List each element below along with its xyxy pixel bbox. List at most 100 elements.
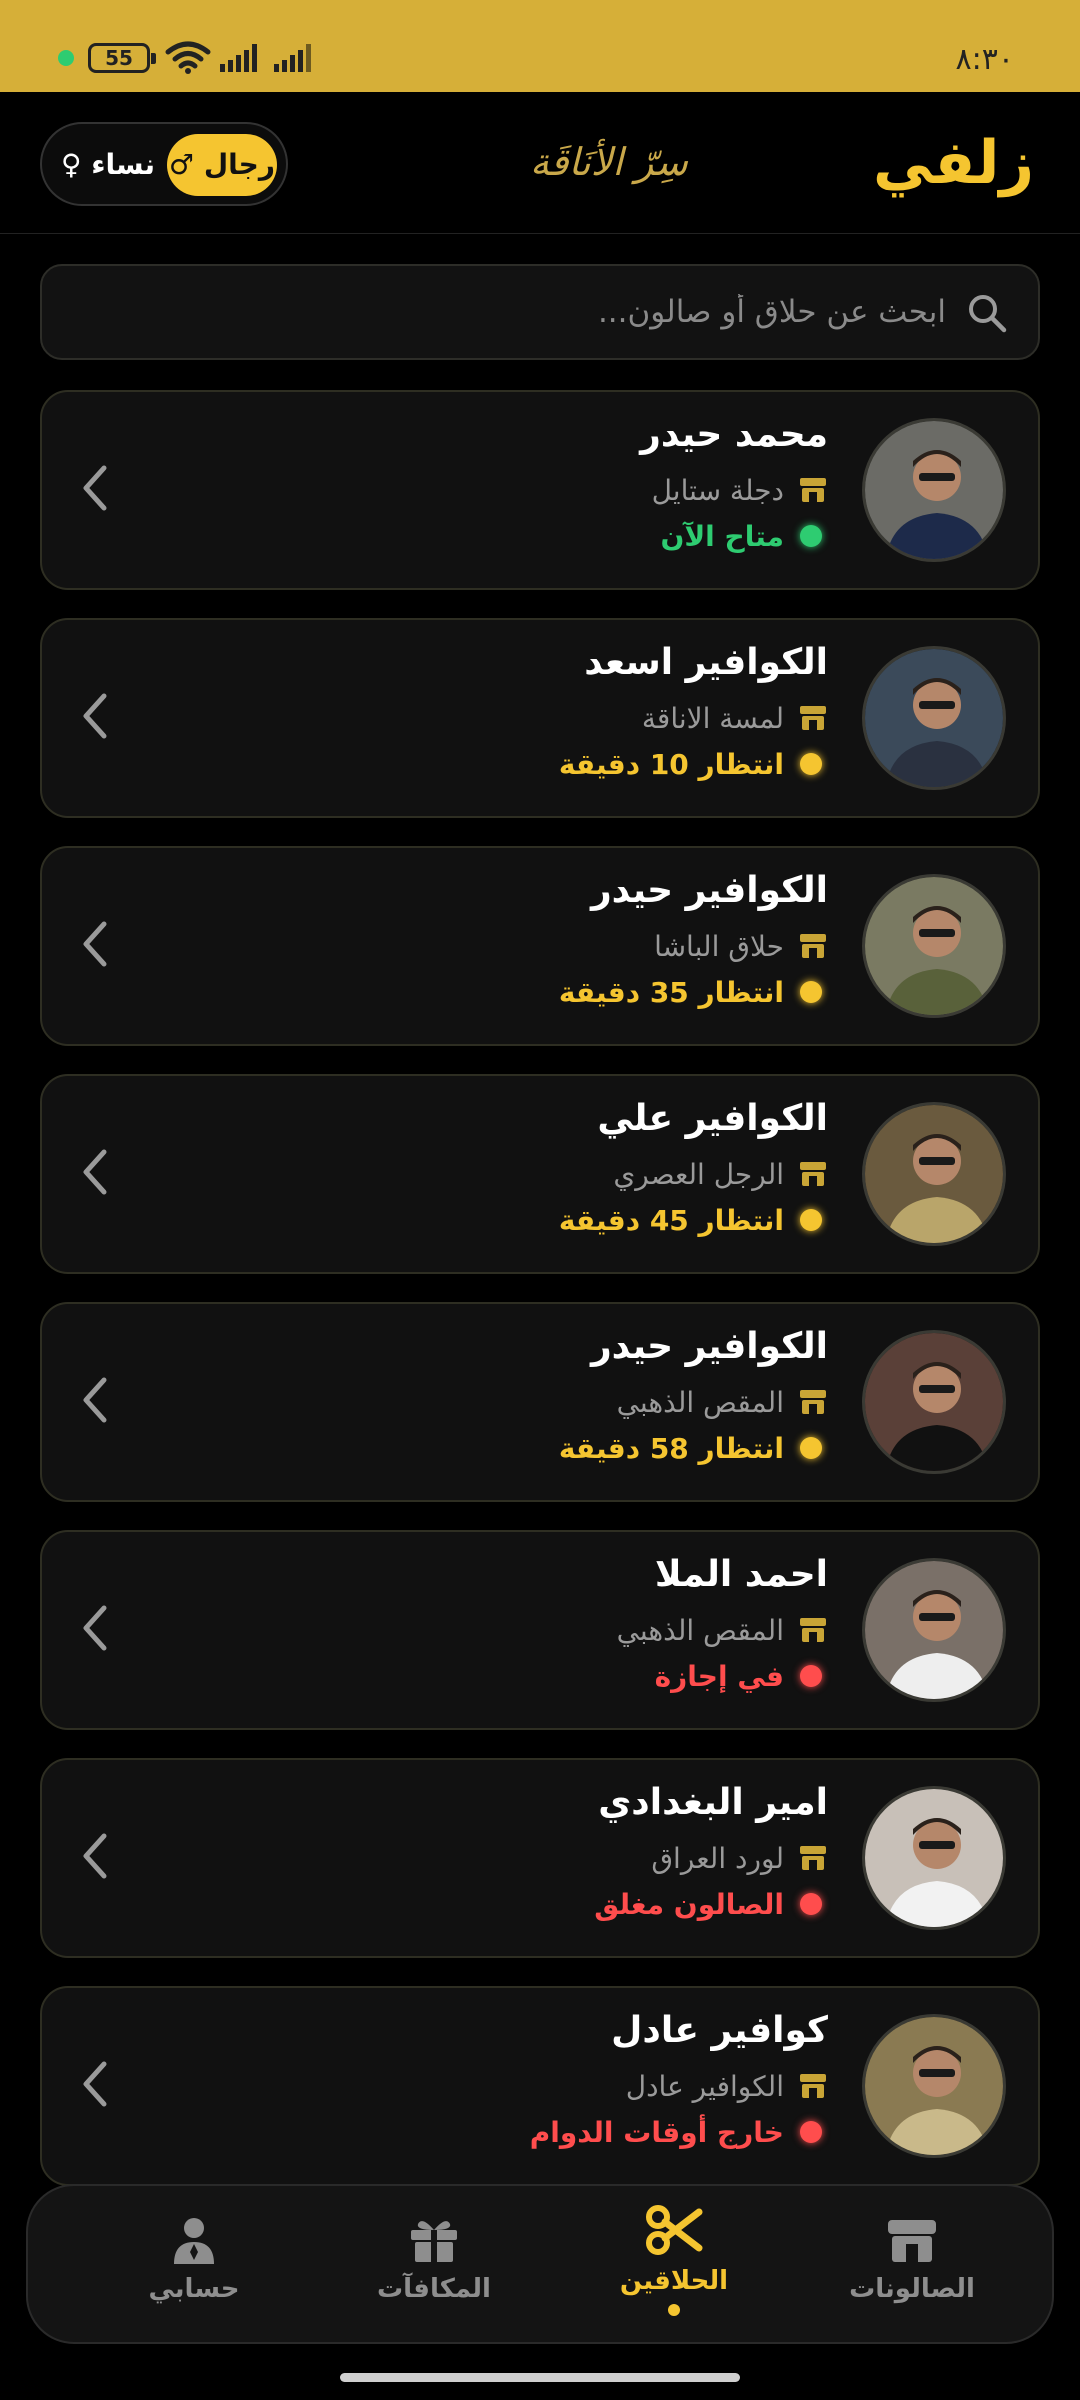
search-bar[interactable] — [40, 264, 1040, 360]
user-icon — [174, 2218, 214, 2264]
chevron-left-icon[interactable] — [80, 1146, 110, 1198]
barber-name: محمد حيدر — [640, 414, 828, 455]
availability-row: في إجازة — [655, 1656, 828, 1696]
shop-icon — [800, 2074, 826, 2098]
barber-avatar — [862, 418, 1006, 562]
availability-row: الصالون مغلق — [594, 1884, 828, 1924]
chevron-left-icon[interactable] — [80, 1602, 110, 1654]
availability-row: متاح الآن — [660, 516, 828, 556]
salon-name: المقص الذهبي — [616, 1385, 784, 1419]
wifi-icon — [165, 41, 211, 74]
barber-avatar — [862, 1558, 1006, 1702]
status-bar: 55 ٨:٣٠ — [0, 0, 1080, 92]
active-indicator — [668, 2304, 680, 2316]
salon-name: لمسة الاناقة — [641, 701, 784, 735]
shop-icon — [800, 1390, 826, 1414]
availability-status: انتظار 35 دقيقة — [558, 975, 784, 1009]
salon-name: لورد العراق — [651, 1841, 784, 1875]
home-indicator[interactable] — [340, 2373, 740, 2382]
salon-name: الرجل العصري — [613, 1157, 784, 1191]
shop-icon — [800, 934, 826, 958]
chevron-left-icon[interactable] — [80, 462, 110, 514]
availability-status: انتظار 45 دقيقة — [558, 1203, 784, 1237]
status-dot — [800, 1665, 822, 1687]
barber-card[interactable]: الكوافير حيدر المقص الذهبي انتظار 58 دقي… — [40, 1302, 1040, 1502]
gender-toggle[interactable]: رجال ♂ نساء ♀ — [40, 122, 288, 206]
availability-row: انتظار 45 دقيقة — [559, 1200, 828, 1240]
availability-row: انتظار 35 دقيقة — [559, 972, 828, 1012]
shop-icon — [800, 1162, 826, 1186]
availability-status: انتظار 10 دقيقة — [558, 747, 784, 781]
barber-card[interactable]: الكوافير اسعد لمسة الاناقة انتظار 10 دقي… — [40, 618, 1040, 818]
barber-avatar — [862, 874, 1006, 1018]
barber-name: امير البغدادي — [598, 1782, 828, 1823]
shop-icon — [800, 478, 826, 502]
barber-card[interactable]: كوافير عادل الكوافير عادل خارج أوقات الد… — [40, 1986, 1040, 2186]
status-dot — [800, 1437, 822, 1459]
barber-card[interactable]: الكوافير حيدر حلاق الباشا انتظار 35 دقيق… — [40, 846, 1040, 1046]
availability-row: خارج أوقات الدوام — [530, 2112, 828, 2152]
barber-avatar — [862, 1102, 1006, 1246]
barber-card[interactable]: احمد الملا المقص الذهبي في إجازة — [40, 1530, 1040, 1730]
scissors-icon — [646, 2205, 703, 2255]
search-input[interactable] — [126, 266, 946, 358]
battery-icon: 55 — [88, 43, 156, 73]
salon-row: المقص الذهبي — [617, 1610, 828, 1650]
status-dot — [800, 525, 822, 547]
barber-avatar — [862, 1330, 1006, 1474]
salon-row: دجلة ستايل — [652, 470, 828, 510]
nav-account[interactable]: حسابي — [84, 2216, 304, 2304]
signal-icon — [220, 44, 257, 72]
notification-dot — [58, 50, 74, 66]
barber-avatar — [862, 646, 1006, 790]
tagline: سِرّ الأنَاقَة — [530, 140, 688, 184]
nav-rewards[interactable]: المكافآت — [324, 2216, 544, 2304]
brand-logo: زلفي — [873, 128, 1034, 198]
availability-status: متاح الآن — [660, 519, 784, 553]
availability-row: انتظار 10 دقيقة — [559, 744, 828, 784]
nav-barbers[interactable]: الحلاقين — [564, 2204, 784, 2316]
status-dot — [800, 2121, 822, 2143]
nav-salons[interactable]: الصالونات — [802, 2216, 1022, 2304]
salon-row: لمسة الاناقة — [642, 698, 828, 738]
barber-card[interactable]: محمد حيدر دجلة ستايل متاح الآن — [40, 390, 1040, 590]
chevron-left-icon[interactable] — [80, 2058, 110, 2110]
salon-row: لورد العراق — [651, 1838, 828, 1878]
chevron-left-icon[interactable] — [80, 690, 110, 742]
chevron-left-icon[interactable] — [80, 918, 110, 970]
barber-name: الكوافير حيدر — [590, 1326, 828, 1367]
nav-rewards-label: المكافآت — [377, 2274, 491, 2304]
status-dot — [800, 753, 822, 775]
bottom-navigation: الصالونات الحلاقين المكافآت حسابي — [26, 2184, 1054, 2344]
salon-row: الرجل العصري — [613, 1154, 828, 1194]
gift-icon — [411, 2221, 457, 2262]
salon-name: الكوافير عادل — [625, 2069, 784, 2103]
app-header: رجال ♂ نساء ♀ سِرّ الأنَاقَة زلفي — [0, 92, 1080, 234]
status-dot — [800, 1893, 822, 1915]
signal-icon-2 — [274, 44, 311, 72]
chevron-left-icon[interactable] — [80, 1374, 110, 1426]
battery-level: 55 — [105, 46, 133, 70]
barber-name: احمد الملا — [654, 1554, 828, 1595]
salon-name: المقص الذهبي — [616, 1613, 784, 1647]
salon-name: حلاق الباشا — [654, 929, 784, 963]
barber-card[interactable]: الكوافير علي الرجل العصري انتظار 45 دقيق… — [40, 1074, 1040, 1274]
nav-salons-label: الصالونات — [849, 2274, 975, 2304]
shop-icon — [800, 1618, 826, 1642]
barber-card[interactable]: امير البغدادي لورد العراق الصالون مغلق — [40, 1758, 1040, 1958]
barber-name: الكوافير اسعد — [584, 642, 828, 683]
availability-status: في إجازة — [654, 1659, 784, 1693]
store-icon — [888, 2220, 936, 2262]
chevron-left-icon[interactable] — [80, 1830, 110, 1882]
status-dot — [800, 1209, 822, 1231]
barber-avatar — [862, 1786, 1006, 1930]
availability-status: انتظار 58 دقيقة — [558, 1431, 784, 1465]
nav-account-label: حسابي — [148, 2274, 240, 2304]
shop-icon — [800, 1846, 826, 1870]
barber-name: الكوافير حيدر — [590, 870, 828, 911]
availability-status: خارج أوقات الدوام — [529, 2115, 784, 2149]
gender-women-option[interactable]: نساء ♀ — [54, 134, 162, 196]
barber-avatar — [862, 2014, 1006, 2158]
salon-row: الكوافير عادل — [626, 2066, 828, 2106]
gender-men-option[interactable]: رجال ♂ — [167, 134, 277, 196]
